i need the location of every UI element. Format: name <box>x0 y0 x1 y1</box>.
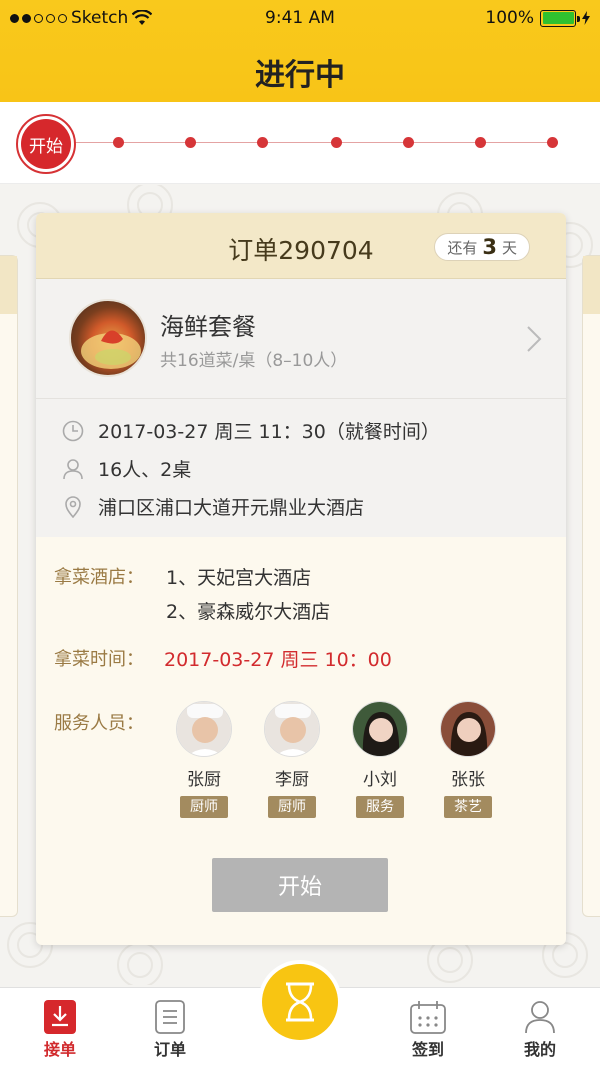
staff-name: 张张 <box>451 770 485 790</box>
dining-time-row: 2017-03-27 周三 11：30（就餐时间） <box>62 417 440 444</box>
tab-profile[interactable]: 我的 <box>500 988 580 1067</box>
dish-row[interactable]: 海鲜套餐 共16道菜/桌（8–10人） <box>36 279 566 399</box>
status-bar: Sketch 9:41 AM 100% <box>0 6 600 30</box>
hourglass-icon <box>286 982 314 1022</box>
step-dot <box>475 137 486 148</box>
remaining-value: 3 <box>482 235 497 259</box>
page-title: 进行中 <box>255 58 345 93</box>
chevron-right-icon <box>527 326 542 352</box>
staff-role-badge: 茶艺 <box>444 796 492 818</box>
address-row: 浦口区浦口大道开元鼎业大酒店 <box>62 493 364 520</box>
avatar <box>176 701 232 757</box>
dish-name: 海鲜套餐 <box>160 313 256 341</box>
step-dot <box>257 137 268 148</box>
step-start-label: 开始 <box>21 119 71 169</box>
staff-member[interactable]: 小刘 服务 <box>350 701 410 818</box>
staff-role-badge: 厨师 <box>180 796 228 818</box>
tab-label: 我的 <box>523 1040 556 1059</box>
step-dot <box>547 137 558 148</box>
staff-member[interactable]: 李厨 厨师 <box>262 701 322 818</box>
order-card-header: 订单290704 还有 3 天 <box>36 213 566 279</box>
staff-name: 张厨 <box>187 770 221 790</box>
list-icon <box>155 1000 185 1034</box>
pickup-hotels-label: 拿菜酒店： <box>54 567 144 588</box>
step-dot <box>331 137 342 148</box>
download-icon <box>44 1000 76 1034</box>
center-action-button[interactable] <box>258 960 342 1044</box>
calendar-icon <box>410 1001 446 1034</box>
next-order-card[interactable] <box>582 255 600 917</box>
step-dot <box>403 137 414 148</box>
app-header: Sketch 9:41 AM 100% 进行中 <box>0 0 600 102</box>
person-icon <box>63 458 83 479</box>
avatar <box>352 701 408 757</box>
step-start[interactable]: 开始 <box>16 114 76 174</box>
location-pin-icon <box>65 495 81 518</box>
step-dot <box>185 137 196 148</box>
staff-role-badge: 服务 <box>356 796 404 818</box>
avatar <box>264 701 320 757</box>
staff-name: 小刘 <box>363 770 397 790</box>
staff-label: 服务人员： <box>54 713 144 734</box>
people-count: 16人、2桌 <box>98 459 192 481</box>
dining-time: 2017-03-27 周三 11：30（就餐时间） <box>98 421 440 443</box>
pickup-time: 2017-03-27 周三 10：00 <box>164 649 392 671</box>
staff-name: 李厨 <box>275 770 309 790</box>
dish-image <box>69 299 147 377</box>
staff-member[interactable]: 张张 茶艺 <box>438 701 498 818</box>
hotel-item: 1、天妃宫大酒店 <box>166 567 312 589</box>
prev-order-card[interactable] <box>0 255 18 917</box>
staff-member[interactable]: 张厨 厨师 <box>174 701 234 818</box>
address: 浦口区浦口大道开元鼎业大酒店 <box>98 497 365 519</box>
step-dot <box>113 137 124 148</box>
tab-label: 接单 <box>43 1040 76 1059</box>
tab-label: 签到 <box>411 1040 444 1059</box>
avatar <box>440 701 496 757</box>
tab-checkin[interactable]: 签到 <box>388 988 468 1067</box>
tab-label: 订单 <box>153 1040 186 1059</box>
staff-role-badge: 厨师 <box>268 796 316 818</box>
hotel-item: 2、豪森威尔大酒店 <box>166 601 331 623</box>
user-icon <box>525 1001 555 1034</box>
progress-steps: 开始 <box>0 102 600 184</box>
charging-icon <box>582 11 590 25</box>
order-card: 订单290704 还有 3 天 海鲜套餐 共16道菜/桌（8–10人） 2017… <box>36 213 566 945</box>
people-row: 16人、2桌 <box>62 455 191 482</box>
dish-description: 共16道菜/桌（8–10人） <box>160 351 348 371</box>
start-button[interactable]: 开始 <box>212 858 388 912</box>
remaining-prefix: 还有 <box>447 238 478 257</box>
tab-accept-orders[interactable]: 接单 <box>20 988 100 1067</box>
remaining-unit: 天 <box>501 238 517 257</box>
days-remaining-badge: 还有 3 天 <box>434 233 530 261</box>
clock-icon <box>62 420 84 441</box>
battery-icon <box>540 9 580 27</box>
tab-orders[interactable]: 订单 <box>130 988 210 1067</box>
order-info: 海鲜套餐 共16道菜/桌（8–10人） 2017-03-27 周三 11：30（… <box>36 279 566 537</box>
pickup-time-label: 拿菜时间： <box>54 649 144 670</box>
battery-percent: 100% <box>485 8 534 28</box>
